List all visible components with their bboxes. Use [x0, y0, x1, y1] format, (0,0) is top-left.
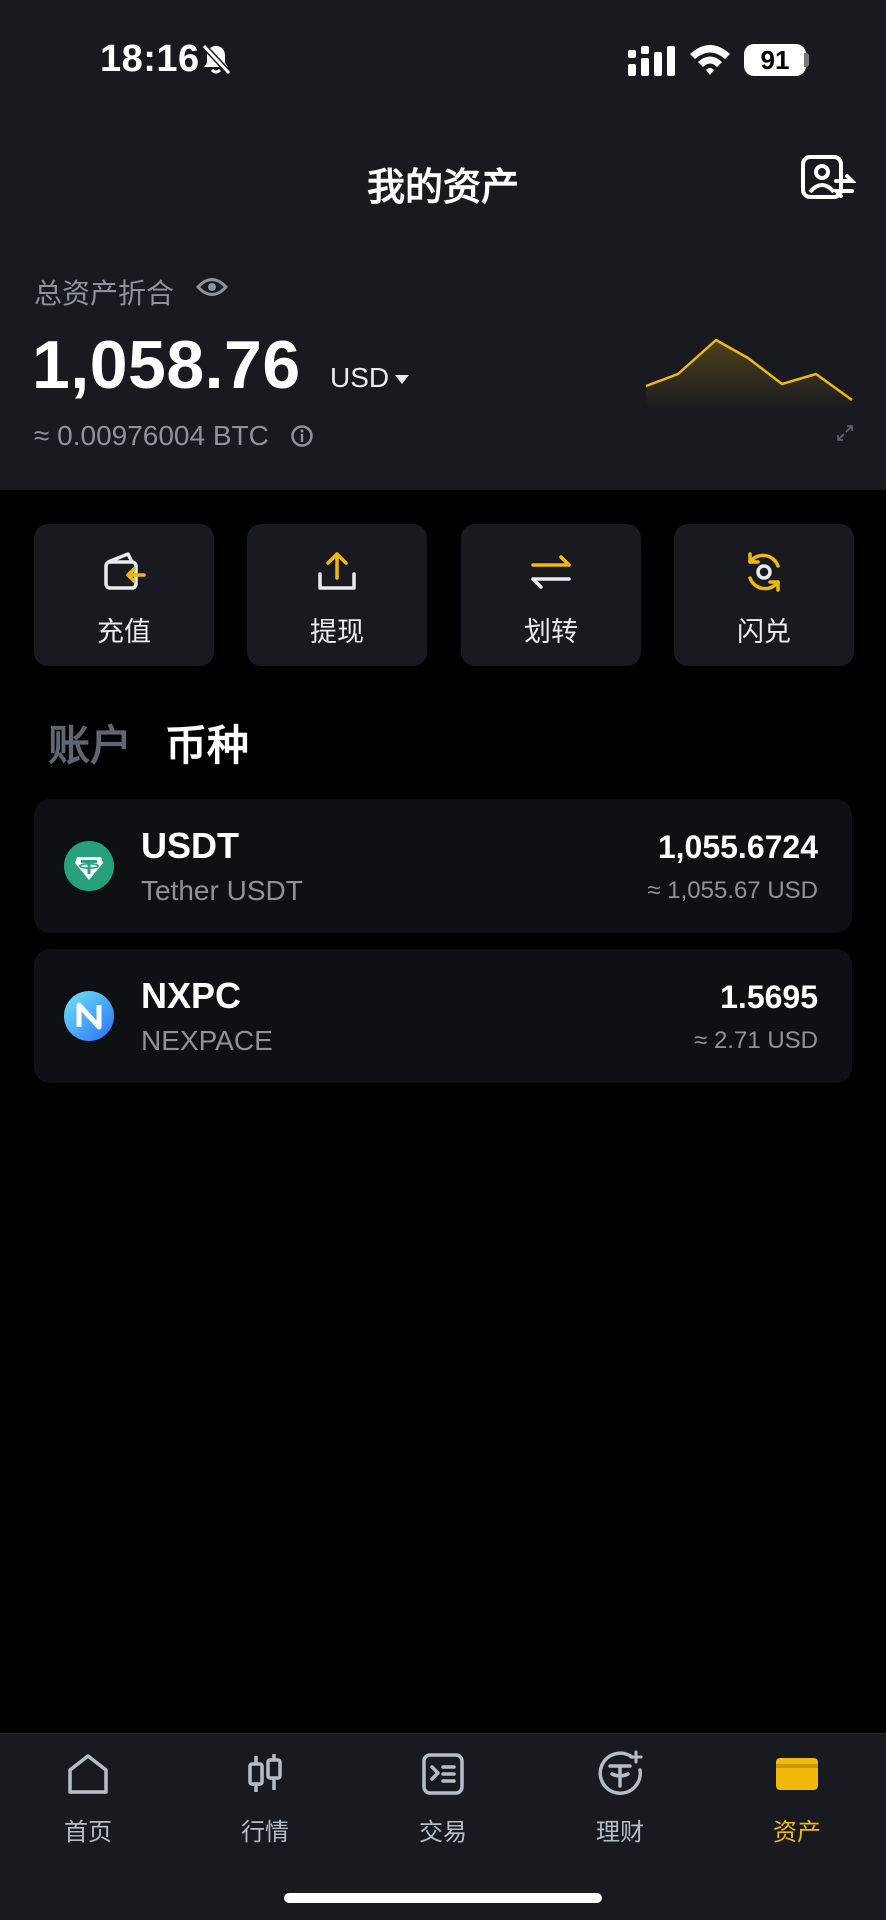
bell-muted-icon: [201, 43, 232, 76]
expand-icon[interactable]: [836, 424, 854, 442]
transfer-icon: [531, 555, 571, 589]
home-indicator: [284, 1893, 602, 1903]
wallet-icon: [776, 1758, 818, 1790]
withdraw-label: 提现: [310, 617, 364, 647]
convert-button[interactable]: 闪兑: [674, 524, 854, 666]
asset-usd-value: ≈ 1,055.67 USD: [647, 877, 818, 904]
asset-amount: 1.5695: [720, 979, 818, 1015]
tab-coins[interactable]: 币种: [165, 712, 249, 773]
nav-home-label: 首页: [64, 1819, 112, 1846]
trade-icon: [422, 1753, 464, 1795]
nav-markets-label: 行情: [241, 1819, 289, 1846]
page-title: 我的资产: [366, 167, 519, 209]
withdraw-icon: [318, 552, 356, 590]
nav-trade[interactable]: 交易: [363, 1750, 523, 1870]
asset-name: NEXPACE: [141, 1025, 273, 1056]
transfer-button[interactable]: 划转: [461, 524, 641, 666]
deposit-label: 充值: [97, 617, 151, 647]
assets-header-panel: 18:16 91 我的资产 总资产折合 1,058.76 USD ≈ 0.009…: [0, 0, 886, 490]
asset-symbol: NXPC: [141, 975, 242, 1016]
convert-icon: [748, 552, 780, 592]
candlestick-icon: [248, 1754, 282, 1792]
nav-markets[interactable]: 行情: [185, 1750, 345, 1870]
transfer-label: 划转: [524, 617, 578, 647]
asset-trend-sparkline[interactable]: [644, 330, 856, 410]
asset-row-usdt[interactable]: USDT Tether USDT 1,055.6724 ≈ 1,055.67 U…: [34, 799, 852, 933]
withdraw-button[interactable]: 提现: [247, 524, 427, 666]
total-assets-label: 总资产折合: [34, 278, 175, 309]
wifi-icon: [690, 45, 730, 75]
asset-usd-value: ≈ 2.71 USD: [694, 1027, 818, 1054]
tether-logo-icon: [64, 841, 114, 891]
tab-accounts[interactable]: 账户: [48, 712, 132, 773]
battery-indicator: 91: [744, 44, 806, 76]
status-time: 18:16: [100, 38, 200, 80]
currency-selector[interactable]: USD: [330, 362, 410, 394]
nav-assets[interactable]: 资产: [717, 1750, 877, 1870]
caret-down-icon: [395, 374, 410, 384]
nexpace-logo-icon: [64, 991, 114, 1041]
cellular-signal-icon: [628, 46, 675, 76]
asset-amount: 1,055.6724: [657, 829, 818, 865]
asset-name: Tether USDT: [141, 875, 303, 906]
home-icon: [68, 1754, 108, 1794]
nav-assets-label: 资产: [773, 1819, 821, 1846]
nav-trade-label: 交易: [419, 1819, 467, 1846]
switch-account-icon[interactable]: [800, 154, 856, 204]
earn-icon: [598, 1750, 643, 1795]
info-icon[interactable]: [290, 424, 314, 448]
convert-label: 闪兑: [737, 617, 791, 647]
nav-earn[interactable]: 理财: [540, 1750, 700, 1870]
bottom-navigation: 首页 行情 交易 理财 资产: [0, 1733, 886, 1920]
quick-actions: 充值 提现 划转 闪兑: [34, 524, 854, 666]
eye-icon[interactable]: [196, 274, 228, 300]
deposit-icon: [104, 552, 146, 590]
total-assets-value: 1,058.76: [32, 327, 301, 403]
btc-equivalent: ≈ 0.00976004 BTC: [34, 420, 269, 451]
status-bar: 18:16 91: [0, 0, 886, 120]
asset-symbol: USDT: [141, 825, 239, 866]
asset-row-nxpc[interactable]: NXPC NEXPACE 1.5695 ≈ 2.71 USD: [34, 949, 852, 1083]
nav-home[interactable]: 首页: [8, 1750, 168, 1870]
deposit-button[interactable]: 充值: [34, 524, 214, 666]
nav-earn-label: 理财: [596, 1819, 644, 1846]
currency-label: USD: [330, 362, 390, 393]
battery-tip: [804, 53, 809, 67]
